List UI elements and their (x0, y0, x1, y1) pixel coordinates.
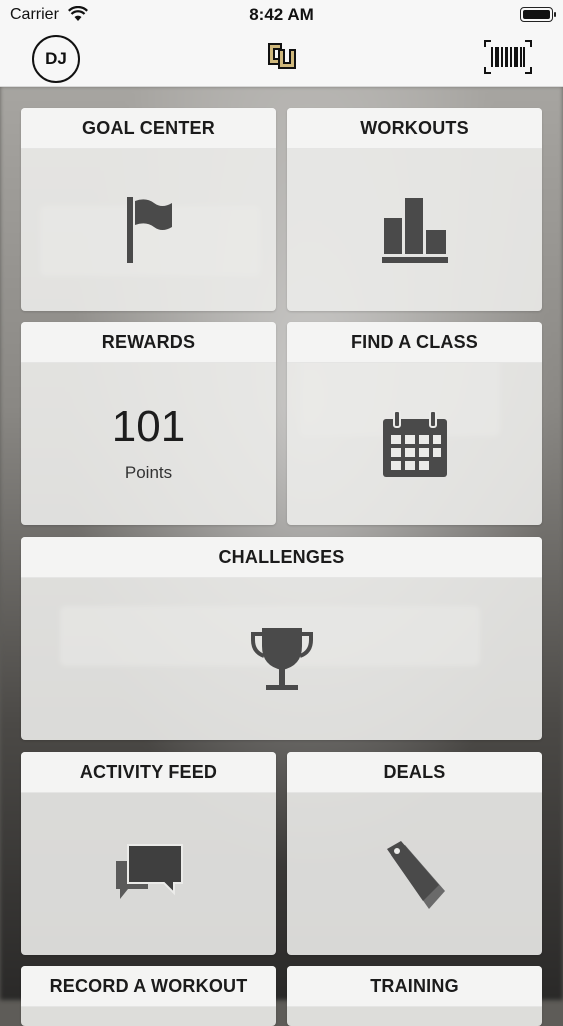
status-bar: Carrier 8:42 AM (0, 0, 563, 30)
tile-goal-center[interactable]: GOAL CENTER (21, 108, 276, 311)
barcode-icon (484, 40, 532, 74)
tag-icon (383, 839, 447, 909)
points-value: 101 (111, 401, 186, 451)
tile-title: CHALLENGES (21, 537, 542, 578)
barcode-scan-button[interactable] (483, 39, 533, 75)
tile-title: ACTIVITY FEED (21, 752, 276, 793)
battery-icon (520, 7, 556, 22)
clock: 8:42 AM (249, 5, 314, 24)
tile-deals[interactable]: DEALS (287, 752, 542, 955)
tile-title: WORKOUTS (287, 108, 542, 149)
trophy-icon (250, 626, 314, 692)
tile-challenges[interactable]: CHALLENGES (21, 537, 542, 740)
bar-chart-icon (381, 196, 448, 264)
tile-title: FIND A CLASS (287, 322, 542, 363)
tile-title: TRAINING (287, 966, 542, 1007)
top-navigation-bar: DJ (0, 30, 563, 87)
tile-activity-feed[interactable]: ACTIVITY FEED (21, 752, 276, 955)
flag-icon (124, 195, 174, 265)
tile-workouts[interactable]: WORKOUTS (287, 108, 542, 311)
tile-title: GOAL CENTER (21, 108, 276, 149)
tile-title: REWARDS (21, 322, 276, 363)
tile-rewards[interactable]: REWARDS 101 Points (21, 322, 276, 525)
calendar-icon (382, 410, 447, 477)
tile-title: DEALS (287, 752, 542, 793)
cu-logo-icon (263, 38, 301, 76)
profile-avatar-button[interactable]: DJ (32, 35, 80, 83)
tile-find-a-class[interactable]: FIND A CLASS (287, 322, 542, 525)
tile-record-a-workout[interactable]: RECORD A WORKOUT (21, 966, 276, 1026)
tile-title: RECORD A WORKOUT (21, 966, 276, 1007)
points-label: Points (124, 462, 173, 482)
chat-bubbles-icon (114, 843, 184, 905)
avatar-initials: DJ (45, 49, 67, 68)
tile-training[interactable]: TRAINING (287, 966, 542, 1026)
